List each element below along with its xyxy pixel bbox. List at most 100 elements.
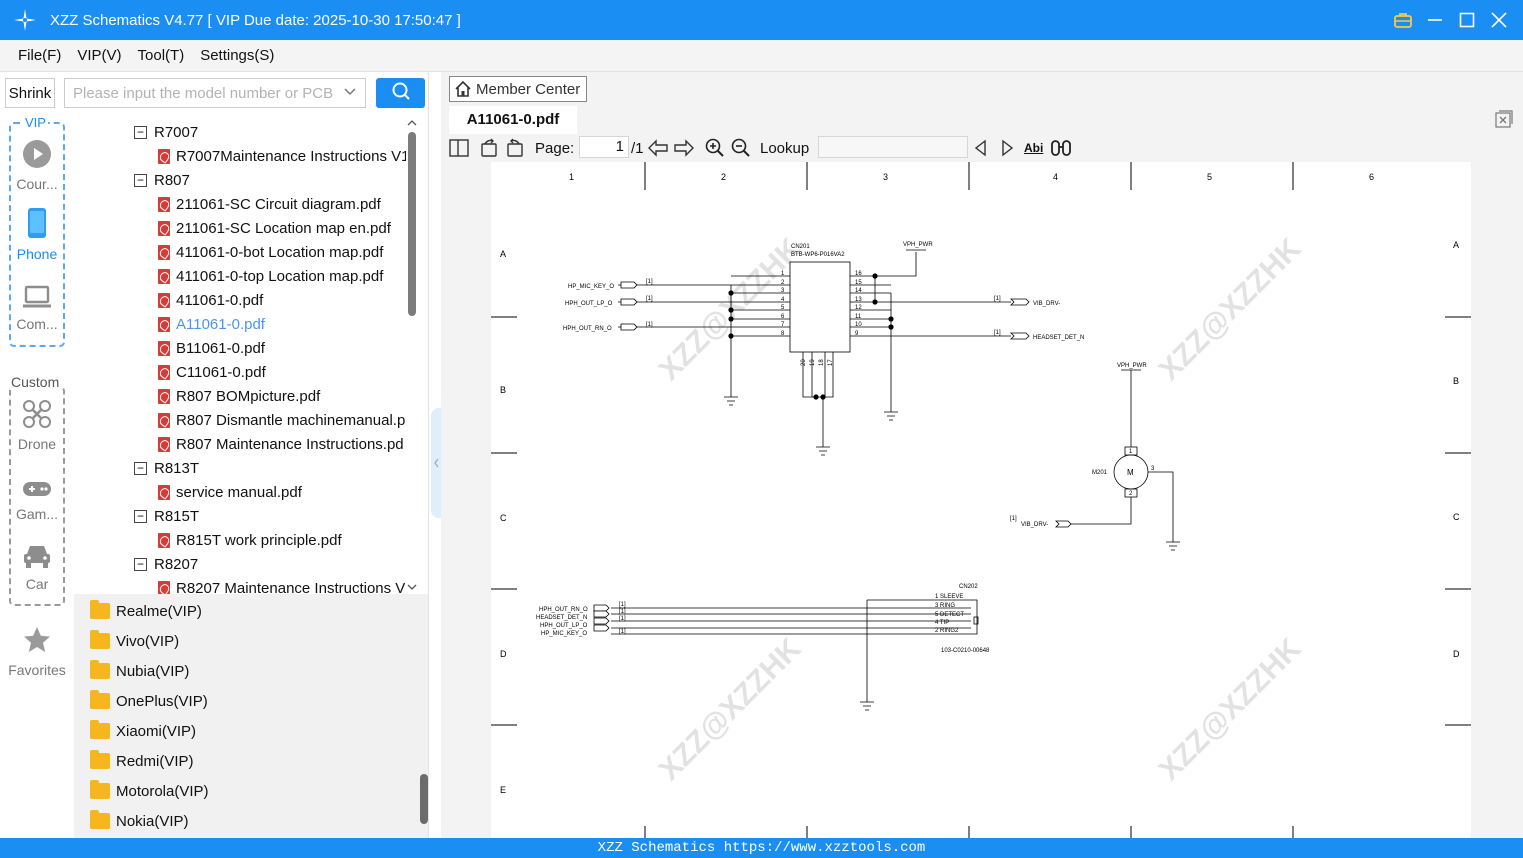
rotate-right-icon[interactable] <box>505 137 525 159</box>
menu-tool[interactable]: Tool(T) <box>138 47 185 64</box>
collapse-toggle-icon[interactable]: − <box>134 173 147 187</box>
brand-folder[interactable]: Motorola(VIP) <box>90 776 209 806</box>
category-phone[interactable]: Phone <box>0 208 74 262</box>
collapse-toggle-icon[interactable]: − <box>134 125 147 139</box>
tree-file-node[interactable]: 211061-SC Location map en.pdf <box>158 216 391 240</box>
brand-folder[interactable]: Nokia(VIP) <box>90 806 189 836</box>
pdf-file-icon <box>158 292 170 308</box>
tree-folder-node[interactable]: − R8207 <box>134 552 198 576</box>
zoom-in-icon[interactable] <box>705 137 725 159</box>
scroll-up-icon[interactable] <box>406 118 418 128</box>
collapse-handle[interactable] <box>431 408 441 518</box>
svg-text:17: 17 <box>828 359 834 366</box>
tree-file-node[interactable]: R7007Maintenance Instructions V1 <box>158 144 409 168</box>
page-total: /1 <box>631 139 644 157</box>
tree-file-node[interactable]: 411061-0-top Location map.pdf <box>158 264 383 288</box>
brand-folder[interactable]: Nubia(VIP) <box>90 656 189 686</box>
tree-file-node[interactable]: B11061-0.pdf <box>158 336 265 360</box>
close-button[interactable] <box>1489 10 1509 30</box>
pdf-file-icon <box>158 268 170 284</box>
find-binoculars-icon[interactable] <box>1050 137 1072 159</box>
menu-vip[interactable]: VIP(V) <box>77 47 121 64</box>
tree-folder-node[interactable]: − R7007 <box>134 120 198 144</box>
collapse-toggle-icon[interactable]: − <box>134 461 147 475</box>
tree-folder-node[interactable]: − R813T <box>134 456 199 480</box>
category-drone[interactable]: Drone <box>0 398 74 452</box>
model-search-input[interactable] <box>73 84 333 102</box>
model-search-box[interactable] <box>64 78 366 108</box>
close-tab-icon[interactable] <box>1495 110 1513 132</box>
tree-scrollbar[interactable] <box>406 118 420 594</box>
member-center-button[interactable]: Member Center <box>449 76 588 102</box>
svg-text:[1]: [1] <box>646 296 653 302</box>
svg-text:[1]: [1] <box>994 330 1001 336</box>
brand-folder[interactable]: OnePlus(VIP) <box>90 686 208 716</box>
tree-file-node[interactable]: 411061-0.pdf <box>158 288 263 312</box>
cn201-net-flags <box>620 281 1030 340</box>
lookup-input[interactable] <box>818 136 968 158</box>
collapse-toggle-icon[interactable]: − <box>134 557 147 571</box>
brand-folder[interactable]: Realme(VIP) <box>90 596 202 626</box>
pdf-viewer[interactable]: 1 2 3 4 5 6 A B C D E A B C D XZZ@XZZHK … <box>491 162 1471 838</box>
svg-text:HEADSET_DET_N: HEADSET_DET_N <box>536 615 587 621</box>
page-number-input[interactable]: 1 <box>579 136 629 158</box>
maximize-button[interactable] <box>1457 10 1477 30</box>
tree-folder-node[interactable]: − R807 <box>134 168 190 192</box>
tree-file-node[interactable]: 211061-SC Circuit diagram.pdf <box>158 192 381 216</box>
tree-file-node[interactable]: R8207 Maintenance Instructions V <box>158 576 405 594</box>
svg-text:3 RING: 3 RING <box>935 603 955 609</box>
previous-page-icon[interactable] <box>647 137 669 159</box>
phone-icon <box>27 207 47 242</box>
cn202-net-flags <box>593 604 610 632</box>
minimize-button[interactable] <box>1425 10 1445 30</box>
search-button[interactable] <box>376 78 425 108</box>
brand-folder[interactable]: Xiaomi(VIP) <box>90 716 196 746</box>
scroll-down-icon[interactable] <box>406 582 418 592</box>
svg-text:HPH_OUT_RN_O: HPH_OUT_RN_O <box>539 607 588 613</box>
pdf-file-icon <box>158 244 170 260</box>
menu-file[interactable]: File(F) <box>18 47 61 64</box>
col-label: 6 <box>1369 172 1374 182</box>
brand-label: Redmi(VIP) <box>116 752 194 770</box>
row-label: B <box>500 385 506 395</box>
category-car[interactable]: Car <box>0 538 74 592</box>
category-computer[interactable]: Com... <box>0 278 74 332</box>
tree-file-node[interactable]: R807 Dismantle machinemanual.p <box>158 408 405 432</box>
zoom-out-icon[interactable] <box>731 137 751 159</box>
tree-file-node[interactable]: C11061-0.pdf <box>158 360 266 384</box>
brand-folder[interactable]: Redmi(VIP) <box>90 746 194 776</box>
brand-folder[interactable]: Vivo(VIP) <box>90 626 179 656</box>
shrink-button[interactable]: Shrink <box>5 78 55 108</box>
tree-file-node[interactable]: A11061-0.pdf <box>158 312 265 336</box>
brand-scroll-thumb[interactable] <box>420 774 428 824</box>
svg-text:5 DETECT: 5 DETECT <box>935 612 964 618</box>
sidebar-toggle-icon[interactable] <box>449 137 469 159</box>
svg-text:VPH_PWR: VPH_PWR <box>903 242 933 248</box>
category-courses[interactable]: Cour... <box>0 138 74 192</box>
find-previous-icon[interactable] <box>973 137 989 159</box>
folder-icon <box>90 630 110 649</box>
tree-scroll-thumb[interactable] <box>408 132 416 316</box>
tab-a11061[interactable]: A11061-0.pdf <box>449 106 577 134</box>
category-favorites[interactable]: Favorites <box>0 624 74 678</box>
pane-splitter[interactable] <box>428 72 441 838</box>
find-next-icon[interactable] <box>999 137 1015 159</box>
tree-file-node[interactable]: 411061-0-bot Location map.pdf <box>158 240 383 264</box>
tree-file-node[interactable]: service manual.pdf <box>158 480 302 504</box>
title-bar: XZZ Schematics V4.77 [ VIP Due date: 202… <box>0 0 1523 40</box>
vip-briefcase-icon[interactable] <box>1393 10 1413 30</box>
tree-file-node[interactable]: R807 BOMpicture.pdf <box>158 384 320 408</box>
collapse-toggle-icon[interactable]: − <box>134 509 147 523</box>
category-game[interactable]: Gam... <box>0 468 74 522</box>
pdf-file-icon <box>158 580 170 594</box>
tree-file-node[interactable]: R807 Maintenance Instructions.pd <box>158 432 404 456</box>
svg-text:103-C0210-00648: 103-C0210-00648 <box>941 648 990 654</box>
category-label: Com... <box>16 316 58 332</box>
chevron-down-icon[interactable] <box>343 85 357 103</box>
next-page-icon[interactable] <box>673 137 695 159</box>
match-case-button[interactable]: Abi <box>1024 137 1043 159</box>
menu-settings[interactable]: Settings(S) <box>200 47 274 64</box>
rotate-left-icon[interactable] <box>479 137 499 159</box>
tree-file-node[interactable]: R815T work principle.pdf <box>158 528 342 552</box>
tree-folder-node[interactable]: − R815T <box>134 504 199 528</box>
